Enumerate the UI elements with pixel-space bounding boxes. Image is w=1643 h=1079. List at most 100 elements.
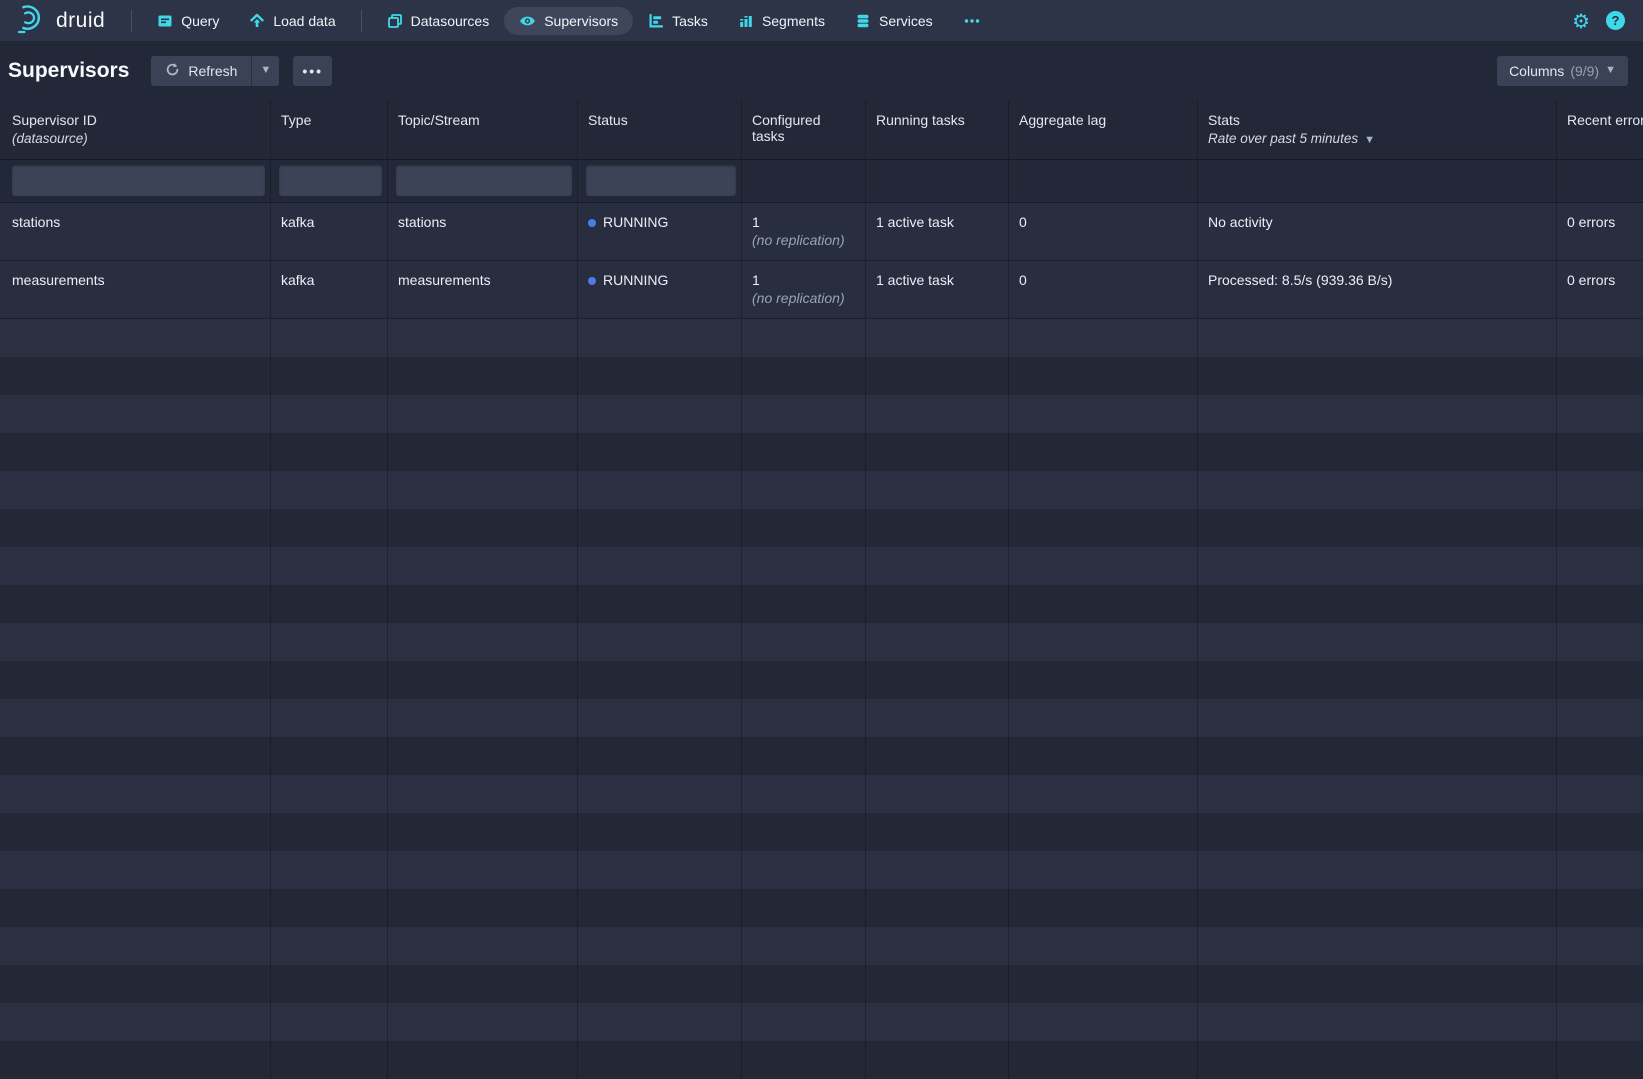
- column-header-stats[interactable]: Stats Rate over past 5 minutes▼: [1198, 100, 1557, 159]
- column-header-supervisor-id[interactable]: Supervisor ID (datasource): [0, 100, 271, 159]
- empty-row: [0, 1041, 1643, 1079]
- empty-cell: [1009, 775, 1198, 813]
- load-data-icon: [249, 13, 265, 29]
- empty-cell: [271, 851, 388, 889]
- empty-cell: [742, 1003, 866, 1041]
- nav-item-services[interactable]: Services: [840, 7, 948, 35]
- filter-cell: [1009, 160, 1198, 202]
- empty-cell: [866, 851, 1009, 889]
- druid-logo[interactable]: druid: [14, 0, 121, 41]
- column-header-aggregate-lag[interactable]: Aggregate lag: [1009, 100, 1198, 159]
- empty-row: [0, 889, 1643, 927]
- nav-item-label: Segments: [762, 13, 825, 29]
- empty-cell: [742, 661, 866, 699]
- column-header-configured-tasks[interactable]: Configured tasks: [742, 100, 866, 159]
- filter-topic-stream-input[interactable]: [396, 165, 572, 196]
- empty-cell: [1198, 851, 1557, 889]
- empty-cell: [0, 851, 271, 889]
- empty-row: [0, 775, 1643, 813]
- empty-cell: [388, 1041, 578, 1079]
- empty-row: [0, 319, 1643, 357]
- empty-cell: [1557, 547, 1643, 585]
- empty-cell: [866, 889, 1009, 927]
- nav-item-query[interactable]: Query: [142, 7, 234, 35]
- empty-cell: [271, 1003, 388, 1041]
- empty-row: [0, 699, 1643, 737]
- empty-cell: [271, 357, 388, 395]
- columns-button[interactable]: Columns (9/9) ▼: [1497, 56, 1628, 86]
- empty-cell: [1009, 509, 1198, 547]
- empty-cell: [578, 699, 742, 737]
- empty-cell: [1009, 395, 1198, 433]
- column-header-running-tasks[interactable]: Running tasks: [866, 100, 1009, 159]
- filter-cell: [866, 160, 1009, 202]
- empty-cell: [742, 1041, 866, 1079]
- nav-item-label: Tasks: [672, 13, 708, 29]
- empty-cell: [271, 585, 388, 623]
- empty-cell: [0, 509, 271, 547]
- empty-row: [0, 547, 1643, 585]
- table-row-stations[interactable]: stations kafka stations RUNNING 1 (no re…: [0, 203, 1643, 261]
- empty-cell: [1009, 471, 1198, 509]
- empty-cell: [742, 965, 866, 1003]
- empty-cell: [866, 775, 1009, 813]
- nav-item-label: Query: [181, 13, 219, 29]
- cell-recent-errors[interactable]: 0 errors: [1557, 261, 1643, 318]
- caret-down-icon: ▼: [1364, 134, 1375, 146]
- stats-rate-selector[interactable]: Rate over past 5 minutes▼: [1208, 131, 1546, 146]
- empty-cell: [742, 813, 866, 851]
- refresh-interval-button[interactable]: ▼: [251, 56, 279, 86]
- filter-supervisor-id-input[interactable]: [12, 165, 265, 196]
- empty-cell: [578, 357, 742, 395]
- column-header-topic-stream[interactable]: Topic/Stream: [388, 100, 578, 159]
- empty-cell: [0, 357, 271, 395]
- empty-row: [0, 1003, 1643, 1041]
- filter-cell: [1557, 160, 1643, 202]
- empty-cell: [388, 471, 578, 509]
- filter-cell: [742, 160, 866, 202]
- empty-cell: [866, 471, 1009, 509]
- empty-cell: [388, 775, 578, 813]
- nav-item-segments[interactable]: Segments: [723, 7, 840, 35]
- nav-item-more[interactable]: [948, 7, 996, 35]
- cell-supervisor-id[interactable]: measurements: [0, 261, 271, 318]
- table-row-measurements[interactable]: measurements kafka measurements RUNNING …: [0, 261, 1643, 319]
- empty-cell: [388, 623, 578, 661]
- empty-cell: [0, 775, 271, 813]
- empty-cell: [1009, 585, 1198, 623]
- empty-row: [0, 851, 1643, 889]
- gear-icon[interactable]: ⚙: [1572, 11, 1590, 31]
- empty-cell: [0, 471, 271, 509]
- filter-type-input[interactable]: [279, 165, 382, 196]
- nav-item-tasks[interactable]: Tasks: [633, 7, 723, 35]
- empty-cell: [1198, 661, 1557, 699]
- empty-cell: [1557, 319, 1643, 357]
- column-header-type[interactable]: Type: [271, 100, 388, 159]
- cell-recent-errors[interactable]: 0 errors: [1557, 203, 1643, 260]
- empty-cell: [271, 1041, 388, 1079]
- nav-item-supervisors[interactable]: Supervisors: [504, 7, 633, 35]
- empty-row: [0, 395, 1643, 433]
- filter-cell: [578, 160, 742, 202]
- help-icon[interactable]: ?: [1606, 11, 1625, 30]
- nav-item-load-data[interactable]: Load data: [234, 7, 350, 35]
- empty-cell: [1557, 357, 1643, 395]
- filter-status-input[interactable]: [586, 165, 736, 196]
- nav-item-label: Services: [879, 13, 933, 29]
- empty-cell: [388, 395, 578, 433]
- column-header-recent-errors[interactable]: Recent errors: [1557, 100, 1643, 159]
- view-more-button[interactable]: •••: [293, 56, 332, 86]
- empty-cell: [0, 965, 271, 1003]
- bar-chart-icon: [738, 13, 754, 29]
- cell-configured-tasks: 1 (no replication): [742, 203, 866, 260]
- refresh-button[interactable]: Refresh: [151, 56, 251, 86]
- empty-cell: [0, 813, 271, 851]
- empty-cell: [0, 395, 271, 433]
- empty-cell: [1009, 965, 1198, 1003]
- nav-item-datasources[interactable]: Datasources: [372, 7, 505, 35]
- cell-status: RUNNING: [578, 203, 742, 260]
- filter-cell: [0, 160, 271, 202]
- column-header-status[interactable]: Status: [578, 100, 742, 159]
- empty-cell: [866, 1003, 1009, 1041]
- cell-supervisor-id[interactable]: stations: [0, 203, 271, 260]
